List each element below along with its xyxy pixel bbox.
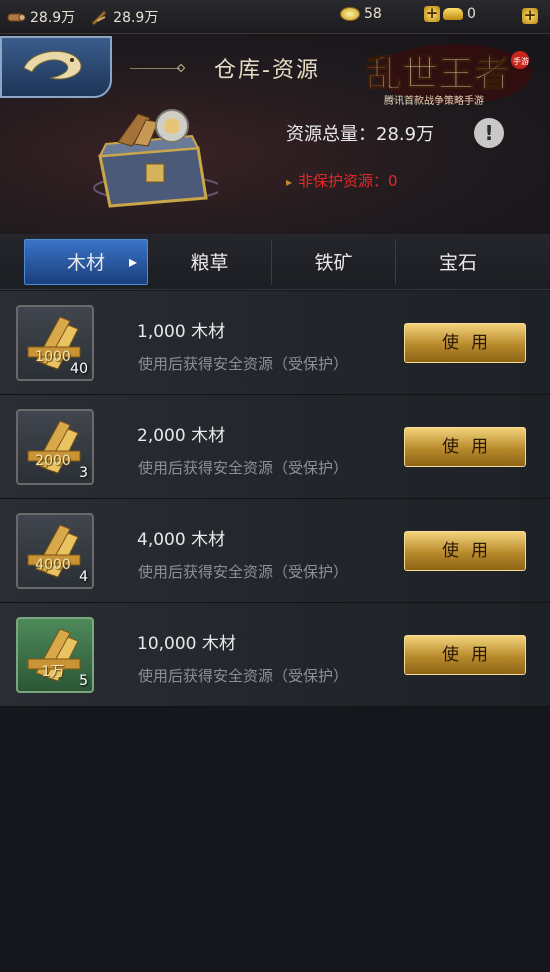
item-slot[interactable]: 1000 40 bbox=[16, 305, 94, 381]
svg-text:手游: 手游 bbox=[513, 56, 529, 66]
ingot-amount: 0 bbox=[467, 6, 476, 22]
warehouse-header: 仓库-资源 乱世王者 腾讯首款战争策略手游 手游 资源总量：28.9万 ! ▸ 非… bbox=[0, 34, 550, 234]
item-description: 使用后获得安全资源（受保护） bbox=[138, 667, 349, 685]
svg-text:乱世王者: 乱世王者 bbox=[366, 53, 510, 95]
item-slot[interactable]: 2000 3 bbox=[16, 409, 94, 485]
item-count: 3 bbox=[79, 465, 88, 481]
item-description: 使用后获得安全资源（受保护） bbox=[138, 459, 349, 477]
item-title: 1,000 木材 bbox=[137, 322, 226, 342]
resource-tabs: 木材 粮草 铁矿 宝石 bbox=[0, 234, 550, 290]
item-list: 1000 40 1,000 木材 使用后获得安全资源（受保护） 使用 2000 … bbox=[0, 291, 550, 707]
list-item: 4000 4 4,000 木材 使用后获得安全资源（受保护） 使用 bbox=[0, 499, 550, 603]
item-count: 40 bbox=[70, 361, 88, 377]
item-title: 10,000 木材 bbox=[137, 634, 236, 654]
nonprotected-resources: ▸ 非保护资源：0 bbox=[286, 170, 398, 191]
game-logo: 乱世王者 腾讯首款战争策略手游 手游 bbox=[365, 44, 532, 107]
item-description: 使用后获得安全资源（受保护） bbox=[138, 563, 349, 581]
resource-bundle-icon bbox=[91, 9, 107, 26]
empty-area bbox=[0, 708, 550, 972]
second-resource[interactable]: 28.9万 bbox=[89, 7, 158, 27]
wood-log-icon bbox=[7, 13, 26, 21]
use-button[interactable]: 使用 bbox=[404, 635, 526, 675]
item-slot[interactable]: 1万 5 bbox=[16, 617, 94, 693]
title-bar: 仓库-资源 bbox=[130, 48, 360, 88]
tab-wood[interactable]: 木材 bbox=[24, 238, 148, 285]
coin-counter: 58 bbox=[340, 6, 382, 22]
resource-chest-icon bbox=[93, 109, 218, 208]
dragon-back-icon bbox=[23, 50, 82, 80]
svg-text:腾讯首款战争策略手游: 腾讯首款战争策略手游 bbox=[384, 94, 484, 107]
wood-resource[interactable]: 28.9万 bbox=[6, 7, 75, 27]
total-resources: 资源总量：28.9万 bbox=[286, 124, 435, 145]
tab-gem[interactable]: 宝石 bbox=[396, 239, 520, 285]
title-divider bbox=[130, 67, 180, 69]
back-button[interactable] bbox=[0, 36, 112, 98]
page-title: 仓库-资源 bbox=[214, 58, 320, 83]
item-description: 使用后获得安全资源（受保护） bbox=[138, 355, 349, 373]
second-resource-amount: 28.9万 bbox=[113, 9, 159, 26]
use-button[interactable]: 使用 bbox=[404, 323, 526, 363]
gold-ingot-icon bbox=[443, 8, 463, 20]
title-ornament bbox=[176, 63, 186, 73]
coin-amount: 58 bbox=[364, 6, 382, 22]
use-button[interactable]: 使用 bbox=[404, 427, 526, 467]
item-slot[interactable]: 4000 4 bbox=[16, 513, 94, 589]
list-item: 1万 5 10,000 木材 使用后获得安全资源（受保护） 使用 bbox=[0, 603, 550, 707]
list-item: 1000 40 1,000 木材 使用后获得安全资源（受保护） 使用 bbox=[0, 291, 550, 395]
nonprotected-label: 非保护资源：0 bbox=[298, 172, 398, 190]
item-title: 2,000 木材 bbox=[137, 426, 226, 446]
item-count: 5 bbox=[79, 673, 88, 689]
wood-amount: 28.9万 bbox=[30, 9, 76, 26]
list-item: 2000 3 2,000 木材 使用后获得安全资源（受保护） 使用 bbox=[0, 395, 550, 499]
use-button[interactable]: 使用 bbox=[404, 531, 526, 571]
tab-grain[interactable]: 粮草 bbox=[148, 238, 272, 285]
ingot-counter: + 0 bbox=[424, 6, 476, 22]
item-count: 4 bbox=[79, 569, 88, 585]
item-badge: 2000 bbox=[35, 453, 71, 469]
resource-topbar: 28.9万 28.9万 58 + 0 + bbox=[0, 0, 550, 34]
gold-coin-icon bbox=[340, 7, 360, 21]
add-currency-button[interactable]: + bbox=[522, 8, 538, 24]
info-icon[interactable]: ! bbox=[474, 118, 504, 148]
item-badge: 4000 bbox=[35, 557, 71, 573]
bullet-icon: ▸ bbox=[286, 175, 293, 189]
item-badge: 1万 bbox=[41, 664, 65, 680]
tab-iron[interactable]: 铁矿 bbox=[272, 238, 396, 285]
item-title: 4,000 木材 bbox=[137, 530, 226, 550]
add-ingot-button[interactable]: + bbox=[424, 6, 440, 22]
